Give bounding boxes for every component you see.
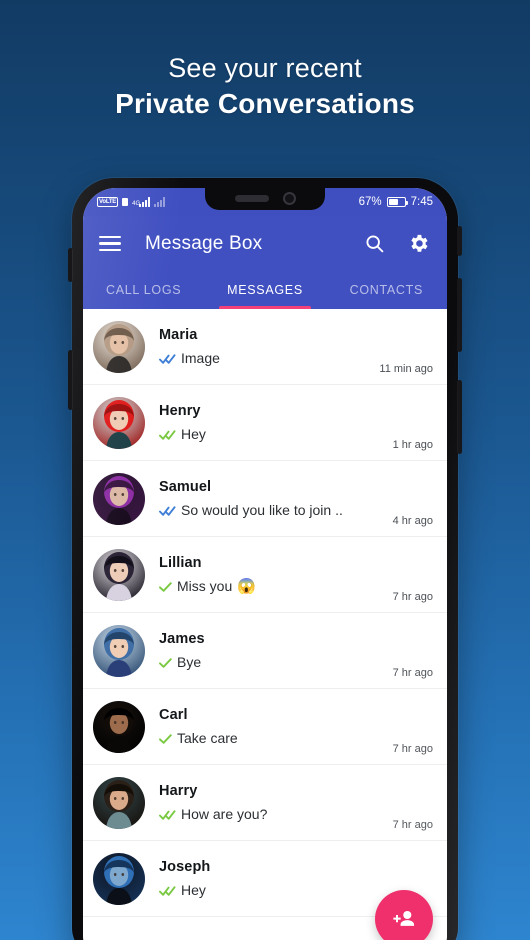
conversation-details: Carl Take care xyxy=(145,705,385,748)
earpiece-speaker xyxy=(234,194,269,202)
conversation-details: Joseph Hey xyxy=(145,857,425,900)
contact-name: Joseph xyxy=(159,859,211,875)
sent-single-check-icon xyxy=(159,581,172,592)
contact-name: Harry xyxy=(159,783,198,799)
message-text: Bye xyxy=(177,654,202,670)
message-text: Take care xyxy=(177,730,238,746)
conversation-details: James Bye xyxy=(145,629,385,672)
conversation-details: Maria Image xyxy=(145,325,371,368)
tab-messages-label: MESSAGES xyxy=(227,283,303,297)
phone-notch xyxy=(205,188,325,210)
message-text: How are you? xyxy=(181,806,268,822)
message-text: Hey xyxy=(181,882,206,898)
contact-name: Carl xyxy=(159,707,188,723)
avatar[interactable] xyxy=(93,320,145,373)
message-timestamp: 1 hr ago xyxy=(392,439,433,451)
conversation-list[interactable]: Maria Image 11 min ago Henry Hey 1 hr ag… xyxy=(83,309,447,940)
message-text: So would you like to join .. xyxy=(181,502,343,518)
avatar[interactable] xyxy=(93,396,145,449)
add-person-icon xyxy=(392,910,414,926)
conversation-row[interactable]: Maria Image 11 min ago xyxy=(83,309,447,385)
signal-bars-icon: 4G xyxy=(132,197,151,207)
message-preview: How are you? xyxy=(159,805,385,824)
contact-name: Henry xyxy=(159,403,201,419)
message-text: Image xyxy=(181,350,220,366)
app-bar: Message Box xyxy=(83,216,447,271)
message-text: Miss you xyxy=(177,578,233,594)
tab-contacts[interactable]: CONTACTS xyxy=(326,271,447,309)
avatar[interactable] xyxy=(93,700,145,753)
message-preview: Image xyxy=(159,349,371,368)
status-clock: 7:45 xyxy=(410,196,433,208)
hamburger-menu-icon[interactable] xyxy=(99,236,121,251)
phone-button-right-lower xyxy=(457,380,462,454)
phone-button-left-lower xyxy=(68,350,73,410)
message-preview: Take care xyxy=(159,729,385,748)
conversation-row[interactable]: Henry Hey 1 hr ago xyxy=(83,385,447,461)
conversation-row[interactable]: Samuel So would you like to join .. 4 hr… xyxy=(83,461,447,537)
conversation-row[interactable]: Harry How are you? 7 hr ago xyxy=(83,765,447,841)
message-preview: Miss you 😱 xyxy=(159,577,385,596)
status-bar: VoLTE 4G 67% 7:45 xyxy=(83,188,447,216)
sent-single-check-icon xyxy=(159,733,172,744)
volte-icon: VoLTE xyxy=(97,197,119,207)
conversation-details: Samuel So would you like to join .. xyxy=(145,477,385,520)
message-timestamp: 7 hr ago xyxy=(392,591,433,603)
tab-call-logs[interactable]: CALL LOGS xyxy=(83,271,204,309)
battery-percent-label: 67% xyxy=(358,196,382,208)
contact-name: Lillian xyxy=(159,555,202,571)
conversation-row[interactable]: James Bye 7 hr ago xyxy=(83,613,447,689)
message-preview: Bye xyxy=(159,653,385,672)
phone-button-right-middle xyxy=(457,278,462,352)
message-timestamp: 7 hr ago xyxy=(392,667,433,679)
message-text: Hey xyxy=(181,426,206,442)
message-timestamp: 7 hr ago xyxy=(392,819,433,831)
tab-messages[interactable]: MESSAGES xyxy=(204,271,325,309)
battery-icon xyxy=(386,197,408,207)
search-icon[interactable] xyxy=(361,231,387,257)
contact-name: Samuel xyxy=(159,479,212,495)
delivered-double-check-icon xyxy=(159,809,176,820)
message-timestamp: 7 hr ago xyxy=(392,743,433,755)
wifi-icon xyxy=(122,198,129,206)
message-timestamp: 11 min ago xyxy=(379,363,433,375)
page-title: Message Box xyxy=(145,232,263,254)
conversation-row[interactable]: Carl Take care 7 hr ago xyxy=(83,689,447,765)
gear-icon[interactable] xyxy=(405,231,431,257)
avatar[interactable] xyxy=(93,472,145,525)
conversation-details: Henry Hey xyxy=(145,401,385,444)
phone-screen: VoLTE 4G 67% 7:45 Message Box CALL LOGS … xyxy=(83,188,447,940)
delivered-double-check-icon xyxy=(159,885,176,896)
tab-call-logs-label: CALL LOGS xyxy=(106,283,182,297)
add-person-fab[interactable] xyxy=(375,890,433,940)
conversation-details: Harry How are you? xyxy=(145,781,385,824)
message-preview: So would you like to join .. xyxy=(159,501,385,520)
avatar[interactable] xyxy=(93,776,145,829)
signal-bars-secondary-icon xyxy=(154,197,166,207)
front-camera xyxy=(282,191,296,205)
message-timestamp: 4 hr ago xyxy=(392,515,433,527)
contact-name: James xyxy=(159,631,205,647)
message-preview: Hey xyxy=(159,425,385,444)
promo-headline: See your recent Private Conversations xyxy=(0,52,530,122)
phone-mockup: VoLTE 4G 67% 7:45 Message Box CALL LOGS … xyxy=(68,178,462,940)
message-emoji: 😱 xyxy=(237,578,256,595)
headline-line-1: See your recent xyxy=(168,53,362,83)
read-double-check-icon xyxy=(159,353,176,364)
avatar[interactable] xyxy=(93,624,145,677)
conversation-details: Lillian Miss you 😱 xyxy=(145,553,385,596)
avatar[interactable] xyxy=(93,548,145,601)
conversation-row[interactable]: Lillian Miss you 😱 7 hr ago xyxy=(83,537,447,613)
delivered-double-check-icon xyxy=(159,429,176,440)
avatar[interactable] xyxy=(93,852,145,905)
tab-bar: CALL LOGS MESSAGES CONTACTS xyxy=(83,271,447,309)
contact-name: Maria xyxy=(159,327,198,343)
read-double-check-icon xyxy=(159,505,176,516)
phone-button-left-upper xyxy=(68,248,73,282)
tab-contacts-label: CONTACTS xyxy=(349,283,424,297)
phone-button-right-upper xyxy=(457,226,462,256)
sent-single-check-icon xyxy=(159,657,172,668)
headline-line-2: Private Conversations xyxy=(115,88,415,119)
